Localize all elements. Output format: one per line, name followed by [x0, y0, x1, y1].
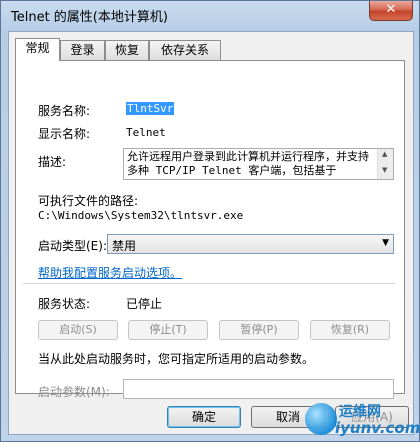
- divider: [23, 283, 395, 285]
- description-label: 描述:: [38, 155, 67, 169]
- startup-type-value: 禁用: [112, 239, 137, 253]
- close-button[interactable]: ✕: [369, 1, 413, 21]
- startup-type-label: 启动类型(E):: [38, 239, 107, 253]
- service-name-value[interactable]: TlntSvr: [126, 102, 175, 115]
- dialog-body: 常规 登录 恢复 依存关系 服务名称: TlntSvr 显示名称: Telnet…: [8, 31, 414, 435]
- general-panel: 服务名称: TlntSvr 显示名称: Telnet 描述: 允许远程用户登录到…: [15, 60, 405, 399]
- display-name-value[interactable]: Telnet: [126, 126, 166, 139]
- watermark-logo-icon: [305, 403, 337, 435]
- close-icon: ✕: [385, 2, 397, 17]
- ok-button[interactable]: 确定: [167, 406, 241, 428]
- display-name-label: 显示名称:: [38, 127, 91, 141]
- tab-general[interactable]: 常规: [15, 38, 60, 61]
- title-bar[interactable]: Telnet 的属性(本地计算机) ✕: [1, 1, 419, 29]
- tab-logon[interactable]: 登录: [60, 40, 105, 60]
- tab-recovery[interactable]: 恢复: [105, 40, 149, 60]
- service-status-value: 已停止: [126, 297, 163, 311]
- scroll-down-icon[interactable]: ▼: [382, 166, 387, 174]
- exe-path-value[interactable]: C:\Windows\System32\tlntsvr.exe: [38, 209, 243, 222]
- exe-path-label: 可执行文件的路径:: [38, 194, 139, 208]
- description-scrollbar[interactable]: ▲ ▼: [377, 149, 393, 179]
- watermark-line1: 运维网: [339, 404, 381, 420]
- chevron-down-icon: ▼: [382, 238, 389, 248]
- watermark-line2: iyunv.com: [335, 419, 420, 437]
- service-status-label: 服务状态:: [38, 297, 91, 311]
- scroll-up-icon[interactable]: ▲: [382, 150, 387, 158]
- resume-button[interactable]: 恢复(R): [310, 320, 390, 340]
- start-button[interactable]: 启动(S): [38, 320, 118, 340]
- start-params-label: 启动参数(M):: [38, 385, 110, 399]
- tab-dependencies[interactable]: 依存关系: [149, 40, 221, 60]
- startup-type-select[interactable]: 禁用 ▼: [107, 234, 394, 254]
- help-configure-link[interactable]: 帮助我配置服务启动选项。: [38, 264, 182, 281]
- description-box[interactable]: 允许远程用户登录到此计算机并运行程序，并支持多种 TCP/IP Telnet 客…: [123, 148, 394, 180]
- service-name-label: 服务名称:: [38, 104, 91, 118]
- start-params-hint: 当从此处启动服务时，您可指定所适用的启动参数。: [38, 352, 315, 366]
- window-title: Telnet 的属性(本地计算机): [11, 10, 168, 25]
- stop-button[interactable]: 停止(T): [128, 320, 208, 340]
- site-watermark: 运维网 iyunv.com: [305, 399, 420, 439]
- start-params-input[interactable]: [123, 379, 394, 399]
- pause-button[interactable]: 暂停(P): [219, 320, 299, 340]
- properties-window: Telnet 的属性(本地计算机) ✕ 常规 登录 恢复 依存关系 服务名称: …: [0, 0, 420, 442]
- description-text: 允许远程用户登录到此计算机并运行程序，并支持多种 TCP/IP Telnet 客…: [127, 150, 369, 177]
